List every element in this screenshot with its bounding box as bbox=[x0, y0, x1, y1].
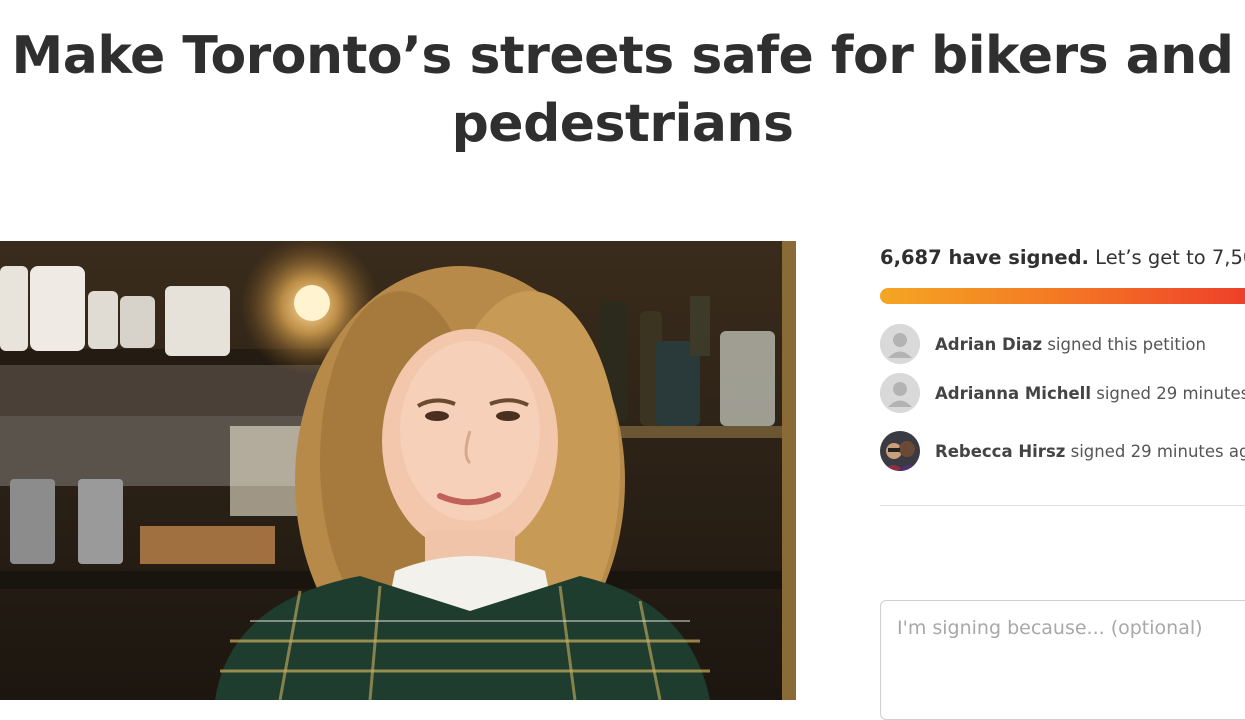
signer-action: signed this petition bbox=[1042, 334, 1206, 354]
signing-reason-input[interactable] bbox=[880, 600, 1245, 720]
recent-signer: Adrianna Michell signed 29 minutes ago bbox=[880, 373, 1245, 413]
avatar bbox=[880, 324, 920, 364]
petition-title: Make Toronto’s streets safe for bikers a… bbox=[11, 26, 1234, 154]
avatar bbox=[880, 373, 920, 413]
signer-action: signed 29 minutes ago bbox=[1096, 383, 1245, 403]
petition-photo bbox=[0, 241, 796, 700]
signer-name: Adrianna Michell bbox=[935, 383, 1091, 403]
signature-progress-bar bbox=[880, 288, 1245, 304]
avatar-photo bbox=[880, 431, 920, 471]
divider bbox=[880, 505, 1245, 506]
avatar bbox=[880, 431, 920, 471]
signature-goal: Let’s get to 7,500! bbox=[1095, 246, 1245, 269]
person-placeholder-icon bbox=[880, 373, 920, 413]
signature-count-text: 6,687 have signed. Let’s get to 7,500! bbox=[880, 240, 1245, 276]
signer-name: Adrian Diaz bbox=[935, 334, 1043, 354]
signer-name: Rebecca Hirsz bbox=[935, 441, 1066, 461]
signed-count: 6,687 have signed. bbox=[880, 246, 1089, 269]
signer-action: signed 29 minutes ago bbox=[1065, 441, 1245, 461]
recent-signer: Rebecca Hirsz signed 29 minutes ago bbox=[880, 431, 1245, 471]
recent-signer: Adrian Diaz signed this petition bbox=[880, 324, 1206, 364]
signature-sidebar: 6,687 have signed. Let’s get to 7,500! A… bbox=[880, 240, 1245, 720]
person-placeholder-icon bbox=[880, 324, 920, 364]
